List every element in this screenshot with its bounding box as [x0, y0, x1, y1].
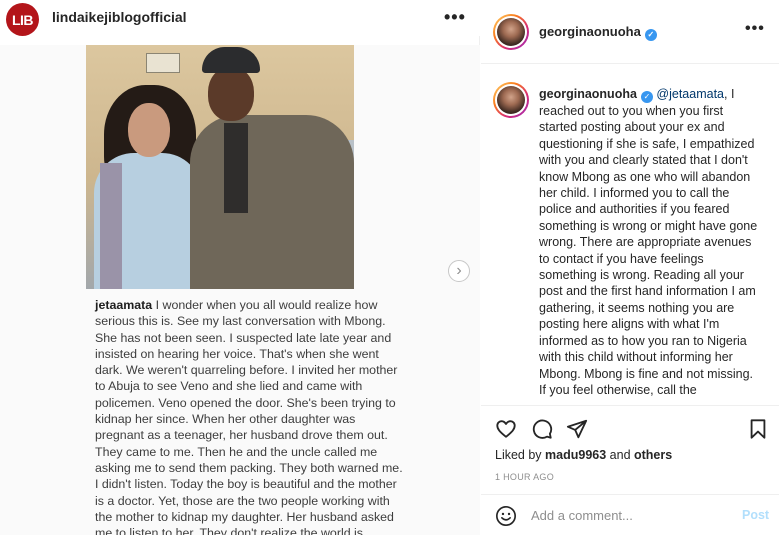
comment-username[interactable]: georginaonuoha: [539, 87, 637, 101]
comment-input[interactable]: Add a comment...: [531, 508, 633, 523]
caption-username: jetaamata: [95, 298, 153, 312]
bookmark-icon[interactable]: [747, 418, 769, 440]
comment-mention-link[interactable]: @jetaamata: [656, 87, 724, 101]
comment-bubble-icon[interactable]: [531, 418, 553, 440]
header-username-text[interactable]: georginaonuoha: [539, 24, 641, 39]
embedded-more-options-icon: •••: [444, 7, 466, 27]
header-username[interactable]: georginaonuoha ✓: [539, 24, 657, 41]
post-timestamp[interactable]: 1 HOUR AGO: [495, 472, 554, 482]
comment-item: georginaonuoha ✓ @jetaamata, I reached ou…: [539, 86, 761, 398]
embedded-username: lindaikejiblogofficial: [52, 9, 187, 25]
likes-and: and: [606, 448, 634, 462]
comment-avatar[interactable]: [493, 82, 529, 118]
likes-summary: Liked by madu9963 and others: [495, 448, 672, 462]
action-bar: Liked by madu9963 and others 1 HOUR AGO …: [481, 405, 779, 535]
comment-list[interactable]: georginaonuoha ✓ @jetaamata, I reached ou…: [481, 65, 779, 405]
smiley-icon[interactable]: [495, 505, 517, 527]
add-comment-bar: Add a comment... Post: [481, 494, 779, 535]
more-options-icon[interactable]: •••: [745, 20, 765, 38]
caption-body: I wonder when you all would realize how …: [95, 298, 403, 535]
carousel-next-arrow-icon[interactable]: ›: [448, 260, 470, 282]
lib-logo: LIB: [6, 3, 39, 36]
likes-user-link[interactable]: madu9963: [545, 448, 606, 462]
verified-badge-icon: ✓: [644, 29, 657, 41]
embedded-post-header: LIB lindaikejiblogofficial •••: [0, 0, 480, 36]
header-avatar[interactable]: [493, 14, 529, 50]
verified-badge-icon: ✓: [640, 91, 653, 103]
comments-panel: georginaonuoha ✓ ••• georginaonuoha ✓ @jet…: [481, 0, 779, 535]
post-header: georginaonuoha ✓ •••: [481, 0, 779, 64]
paper-plane-icon[interactable]: [566, 418, 588, 440]
likes-others-link[interactable]: others: [634, 448, 672, 462]
comment-body: , I reached out to you when you first st…: [539, 87, 758, 397]
heart-icon[interactable]: [495, 418, 517, 440]
embedded-post-body: › jetaamata I wonder when you all would …: [0, 45, 480, 535]
likes-prefix: Liked by: [495, 448, 546, 462]
post-photo: [86, 45, 354, 289]
post-comment-button[interactable]: Post: [742, 508, 769, 522]
embedded-caption: jetaamata I wonder when you all would re…: [95, 297, 405, 535]
post-image-panel: LIB lindaikejiblogofficial ••• › jetaama…: [0, 0, 480, 535]
